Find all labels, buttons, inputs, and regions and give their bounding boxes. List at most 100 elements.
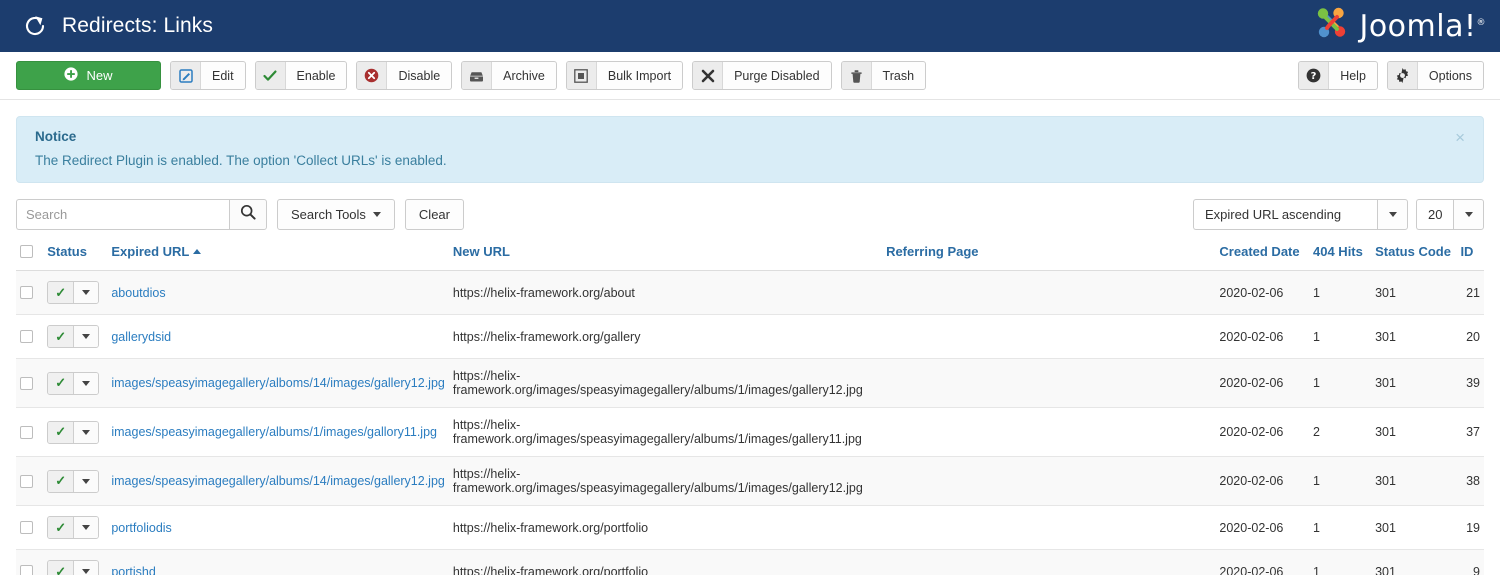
expired-url-link[interactable]: portishd [111,563,445,575]
expired-url-link[interactable]: images/speasyimagegallery/albums/1/image… [111,423,445,441]
row-expired-url-cell: portishd [107,550,449,575]
status-dropdown-arrow[interactable] [74,282,98,303]
archive-button[interactable]: Archive [461,61,557,90]
check-icon[interactable]: ✓ [48,422,74,443]
check-icon [256,62,286,89]
check-icon[interactable]: ✓ [48,282,74,303]
notice-alert: Notice The Redirect Plugin is enabled. T… [16,116,1484,183]
row-created-date-cell: 2020-02-06 [1215,271,1309,315]
archive-box-icon [462,62,492,89]
limit-select-arrow[interactable] [1453,199,1484,230]
disable-button[interactable]: Disable [356,61,452,90]
sort-select-value: Expired URL ascending [1193,199,1377,230]
expired-url-link[interactable]: gallerydsid [111,328,445,346]
expired-url-link[interactable]: portfoliodis [111,519,445,537]
row-select-cell [16,315,43,359]
status-dropdown-arrow[interactable] [74,422,98,443]
new-button[interactable]: New [16,61,161,90]
row-checkbox[interactable] [20,565,33,575]
row-referring-page-cell [882,506,1215,550]
row-404-hits-cell: 1 [1309,271,1371,315]
edit-button[interactable]: Edit [170,61,246,90]
limit-select[interactable]: 20 [1416,199,1484,230]
select-all-checkbox[interactable] [20,245,33,258]
row-expired-url-cell: gallerydsid [107,315,449,359]
row-id-cell: 21 [1456,271,1484,315]
header-referring-page[interactable]: Referring Page [882,238,1215,271]
registered-mark: ® [1477,18,1487,28]
check-icon[interactable]: ✓ [48,326,74,347]
row-expired-url-cell: images/speasyimagegallery/albums/14/imag… [107,457,449,506]
status-toggle-button[interactable]: ✓ [47,372,99,395]
question-circle-icon: ? [1299,62,1329,89]
bulk-import-button[interactable]: Bulk Import [566,61,683,90]
check-icon[interactable]: ✓ [48,517,74,538]
notice-close-icon[interactable]: × [1451,127,1469,148]
table-row: ✓ images/speasyimagegallery/albums/1/imag… [16,408,1484,457]
gear-icon [1388,62,1418,89]
status-toggle-button[interactable]: ✓ [47,470,99,493]
status-dropdown-arrow[interactable] [74,471,98,492]
status-dropdown-arrow[interactable] [74,517,98,538]
header-created-date[interactable]: Created Date [1215,238,1309,271]
status-dropdown-arrow[interactable] [74,373,98,394]
status-dropdown-arrow[interactable] [74,326,98,347]
clear-button-label: Clear [419,207,450,222]
chevron-down-icon [82,569,90,574]
status-toggle-button[interactable]: ✓ [47,516,99,539]
enable-button[interactable]: Enable [255,61,348,90]
status-toggle-button[interactable]: ✓ [47,281,99,304]
check-icon[interactable]: ✓ [48,373,74,394]
enable-button-label: Enable [286,62,347,89]
row-status-cell: ✓ [43,271,107,315]
header-status[interactable]: Status [43,238,107,271]
filter-bar: Search Tools Clear Expired URL ascending… [0,183,1500,238]
row-expired-url-cell: portfoliodis [107,506,449,550]
help-button[interactable]: ? Help [1298,61,1378,90]
row-id-cell: 9 [1456,550,1484,575]
limit-select-value: 20 [1416,199,1453,230]
notice-message: The Redirect Plugin is enabled. The opti… [35,153,1467,168]
row-status-code-cell: 301 [1371,457,1456,506]
status-dropdown-arrow[interactable] [74,561,98,575]
expired-url-link[interactable]: images/speasyimagegallery/alboms/14/imag… [111,374,445,392]
expired-url-link[interactable]: images/speasyimagegallery/albums/14/imag… [111,472,445,490]
clear-button[interactable]: Clear [405,199,464,230]
header-status-code[interactable]: Status Code [1371,238,1456,271]
table-row: ✓portishdhttps://helix-framework.org/por… [16,550,1484,575]
header-id[interactable]: ID [1456,238,1484,271]
row-referring-page-cell [882,359,1215,408]
select-all-header [16,238,43,271]
status-toggle-button[interactable]: ✓ [47,560,99,575]
row-checkbox[interactable] [20,330,33,343]
header-404-hits[interactable]: 404 Hits [1309,238,1371,271]
joomla-logo: Joomla!® [1312,5,1500,48]
check-icon[interactable]: ✓ [48,561,74,575]
sort-select-arrow[interactable] [1377,199,1408,230]
bulk-import-button-label: Bulk Import [597,62,682,89]
expired-url-link[interactable]: aboutdios [111,284,445,302]
header-new-url[interactable]: New URL [449,238,882,271]
row-checkbox[interactable] [20,426,33,439]
row-checkbox[interactable] [20,286,33,299]
search-input[interactable] [16,199,229,230]
trash-icon [842,62,872,89]
search-tools-button[interactable]: Search Tools [277,199,395,230]
row-checkbox[interactable] [20,475,33,488]
sort-select[interactable]: Expired URL ascending [1193,199,1408,230]
row-checkbox[interactable] [20,521,33,534]
row-checkbox[interactable] [20,377,33,390]
row-new-url-cell: https://helix-framework.org/portfolio [449,506,882,550]
trash-button[interactable]: Trash [841,61,927,90]
options-button[interactable]: Options [1387,61,1484,90]
row-select-cell [16,271,43,315]
search-submit-button[interactable] [229,199,267,230]
check-icon[interactable]: ✓ [48,471,74,492]
row-created-date-cell: 2020-02-06 [1215,315,1309,359]
filter-right-group: Expired URL ascending 20 [1193,199,1484,230]
table-row: ✓ portfoliodishttps://helix-framework.org… [16,506,1484,550]
status-toggle-button[interactable]: ✓ [47,421,99,444]
purge-disabled-button[interactable]: Purge Disabled [692,61,831,90]
status-toggle-button[interactable]: ✓ [47,325,99,348]
header-expired-url[interactable]: Expired URL [107,238,449,271]
